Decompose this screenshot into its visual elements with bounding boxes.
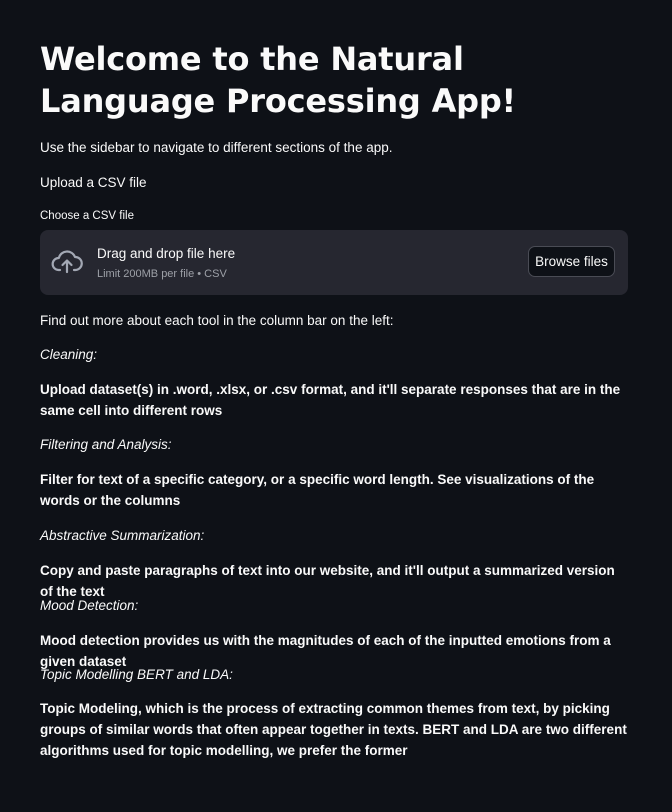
section-description-topic: Topic Modeling, which is the process of … [40, 701, 627, 758]
info-lead-text: Find out more about each tool in the col… [40, 313, 394, 328]
dropzone-instructions: Drag and drop file here [97, 246, 236, 261]
intro-text: Use the sidebar to navigate to different… [40, 140, 393, 155]
section-heading-summarization: Abstractive Summarization: [40, 528, 205, 543]
section-heading-cleaning: Cleaning: [40, 347, 98, 362]
section-heading-filtering: Filtering and Analysis: [40, 437, 172, 452]
upload-heading: Upload a CSV file [40, 175, 147, 190]
cloud-upload-icon [51, 247, 83, 277]
section-description-filtering: Filter for text of a specific category, … [40, 472, 595, 508]
uploader-label: Choose a CSV file [40, 210, 134, 222]
section-heading-mood: Mood Detection: [40, 598, 139, 613]
section-description-cleaning: Upload dataset(s) in .word, .xlsx, or .c… [40, 382, 621, 418]
browse-files-button[interactable]: Browse files [528, 246, 615, 277]
section-heading-topic: Topic Modelling BERT and LDA: [40, 667, 233, 682]
dropzone-limit-text: Limit 200MB per file • CSV [97, 268, 227, 280]
file-uploader-dropzone[interactable]: Drag and drop file here Limit 200MB per … [40, 230, 628, 295]
page-title: Welcome to the Natural Language Processi… [40, 40, 516, 120]
